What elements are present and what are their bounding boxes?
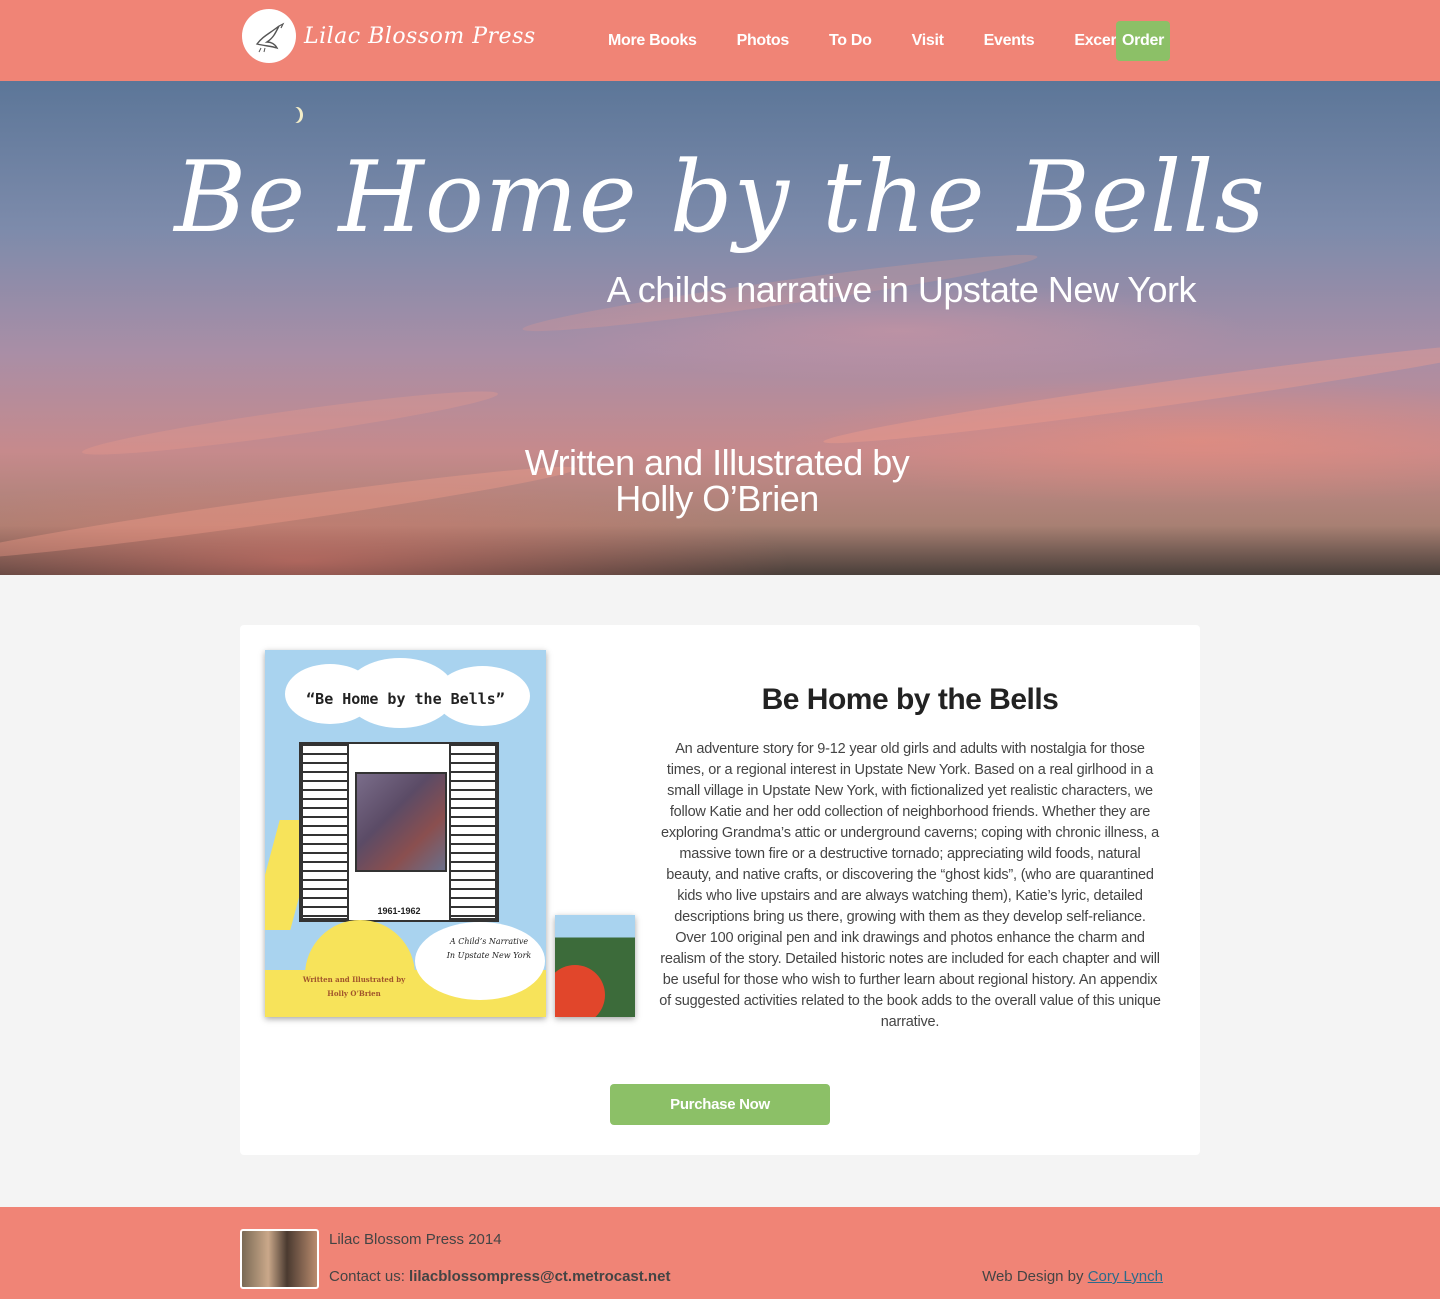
cloud-streak [821, 332, 1440, 454]
footer-contact: Contact us: lilacblossompress@ct.metroca… [329, 1268, 670, 1285]
hero-subtitle: A childs narrative in Upstate New York [606, 269, 1197, 310]
cover-credit-line1: Written and Illustrated by [302, 975, 406, 984]
nav-photos[interactable]: Photos [724, 21, 802, 61]
sun-shape [305, 920, 415, 1017]
credit-link[interactable]: Cory Lynch [1088, 1268, 1163, 1285]
cover-subtitle-line2: In Upstate New York [446, 951, 532, 960]
book-thumbnail-image[interactable] [555, 915, 635, 1017]
footer-credit: Web Design by Cory Lynch [982, 1268, 1163, 1285]
nav-events[interactable]: Events [971, 21, 1048, 61]
moon-icon [288, 107, 300, 123]
nav-visit[interactable]: Visit [899, 21, 957, 61]
book-title: Be Home by the Bells [761, 683, 1059, 716]
order-button[interactable]: Order [1116, 21, 1170, 61]
cover-title: “Be Home by the Bells” [306, 690, 505, 708]
cover-subtitle-line1: A Child’s Narrative [449, 937, 529, 946]
bird-logo-icon [242, 9, 296, 63]
brand-name: Lilac Blossom Press [304, 23, 536, 49]
top-navbar: Lilac Blossom Press More Books Photos To… [0, 0, 1440, 81]
window-illustration: 1961-1962 [299, 742, 499, 922]
cover-subtitle: A Child’s Narrative In Upstate New York [433, 935, 545, 963]
author-photo [240, 1229, 319, 1289]
nav-more-books[interactable]: More Books [595, 21, 710, 61]
footer: Lilac Blossom Press 2014 Contact us: lil… [0, 1207, 1440, 1299]
credit-label: Web Design by [982, 1268, 1088, 1285]
shutter-left [301, 744, 349, 920]
book-card: “Be Home by the Bells” 1961-1962 A Child… [240, 625, 1200, 1155]
book-cover-image[interactable]: “Be Home by the Bells” 1961-1962 A Child… [265, 650, 546, 1017]
footer-copyright: Lilac Blossom Press 2014 [329, 1231, 502, 1248]
purchase-now-button[interactable]: Purchase Now [610, 1084, 830, 1125]
hero-credit: Written and Illustrated by Holly O’Brien [0, 445, 1434, 517]
nav-to-do[interactable]: To Do [816, 21, 885, 61]
window-photo [355, 772, 447, 872]
contact-email[interactable]: lilacblossompress@ct.metrocast.net [409, 1268, 670, 1285]
hero-title: Be Home by the Bells [174, 141, 1266, 255]
hero-credit-line2: Holly O’Brien [615, 478, 819, 519]
brand-link[interactable]: Lilac Blossom Press [242, 9, 536, 63]
hero-banner: Be Home by the Bells A childs narrative … [0, 81, 1440, 575]
thumbnail-red-shape [555, 965, 605, 1017]
book-description: An adventure story for 9-12 year old gir… [659, 741, 1161, 1030]
shutter-right [449, 744, 497, 920]
cover-years: 1961-1962 [377, 906, 421, 916]
hero-credit-line1: Written and Illustrated by [524, 442, 910, 483]
cover-credit: Written and Illustrated by Holly O’Brien [289, 973, 419, 1001]
contact-label: Contact us: [329, 1268, 410, 1285]
cover-credit-line2: Holly O’Brien [327, 989, 381, 998]
nav-links: More Books Photos To Do Visit Events Exc… [595, 21, 1167, 61]
